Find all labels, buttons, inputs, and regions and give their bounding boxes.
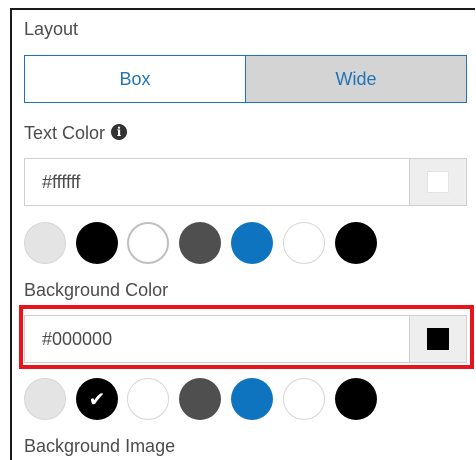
text-color-label: Text Color i [24, 123, 128, 144]
layout-option-box[interactable]: Box [25, 56, 245, 102]
text-color-swatch-white-selected[interactable] [127, 222, 169, 264]
layout-label: Layout [24, 19, 79, 39]
layout-option-wide[interactable]: Wide [245, 56, 466, 102]
text-color-preview-swatch [427, 171, 449, 193]
background-color-swatch-dark-gray[interactable] [179, 378, 221, 420]
text-color-field: #ffffff [24, 158, 467, 206]
checkmark-icon: ✔ [88, 387, 106, 411]
background-color-swatch-blue[interactable] [231, 378, 273, 420]
background-color-input[interactable]: #000000 [25, 316, 410, 362]
text-color-swatch-black[interactable] [76, 222, 118, 264]
background-color-picker-button[interactable] [410, 316, 466, 362]
background-color-swatch-white-2[interactable] [283, 378, 325, 420]
background-color-swatch-black-2[interactable] [335, 378, 377, 420]
settings-panel: Layout Box Wide Text Color i #ffffff Back… [10, 8, 475, 460]
background-color-label: Background Color [24, 280, 169, 300]
text-color-swatch-black-2[interactable] [335, 222, 377, 264]
background-image-label: Background Image [24, 436, 176, 456]
text-color-picker-button[interactable] [410, 159, 466, 205]
info-icon[interactable]: i [111, 124, 128, 140]
background-color-preview-swatch [427, 328, 449, 350]
text-color-input[interactable]: #ffffff [25, 159, 410, 205]
text-color-swatch-light-gray[interactable] [24, 222, 66, 264]
background-color-swatch-black-selected[interactable]: ✔ [76, 378, 118, 420]
text-color-swatch-white[interactable] [283, 222, 325, 264]
background-color-swatch-light-gray[interactable] [24, 378, 66, 420]
text-color-label-text: Text Color [24, 123, 106, 143]
background-color-swatch-white[interactable] [127, 378, 169, 420]
text-color-swatch-dark-gray[interactable] [179, 222, 221, 264]
background-color-field: #000000 [24, 315, 467, 363]
text-color-swatch-blue[interactable] [231, 222, 273, 264]
layout-toggle: Box Wide [24, 55, 467, 103]
